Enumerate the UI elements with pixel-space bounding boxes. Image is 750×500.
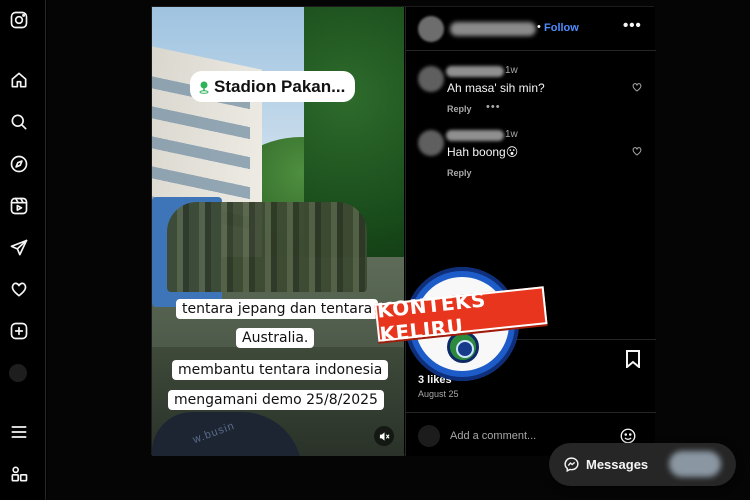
notifications-heart-icon[interactable] [8,278,30,300]
post-sidebar: • Follow ••• 1w Ah masa' sih min? Reply … [405,7,656,456]
comment-text: Ah masa' sih min? [447,81,545,95]
messages-button[interactable]: Messages [549,443,736,486]
comment-age: 1w [505,65,518,76]
menu-icon[interactable] [8,421,30,443]
commenter-name-blurred[interactable] [446,66,504,77]
post-modal: w.busin Stadion Pakan... tentara jepang … [151,6,656,456]
commenter-avatar[interactable] [418,66,444,92]
separator-dot: • [537,21,541,33]
location-pin-icon [199,81,209,94]
caption-line: mengamani demo 25/8/2025 [168,390,384,410]
comment-item: 1w Ah masa' sih min? Reply ••• [406,64,656,124]
author-avatar[interactable] [418,16,444,42]
video-soldiers [167,202,367,292]
caption-line: membantu tentara indonesia [172,360,389,380]
current-user-avatar [418,425,440,447]
instagram-icon[interactable] [8,9,30,31]
commenter-name-blurred[interactable] [446,130,504,141]
like-comment-icon[interactable] [631,80,643,92]
caption-line: tentara jepang dan tentara [176,299,379,319]
comment-age: 1w [505,129,518,140]
location-sticker: Stadion Pakan... [190,71,356,102]
post-date: August 25 [418,389,459,399]
like-comment-icon[interactable] [631,144,643,156]
mute-button[interactable] [374,426,394,446]
search-icon[interactable] [8,111,30,133]
follow-button[interactable]: Follow [544,22,579,34]
home-icon[interactable] [8,69,30,91]
author-username-blurred[interactable] [450,22,536,36]
post-header: • Follow ••• [406,7,656,51]
save-bookmark-icon[interactable] [625,350,641,370]
reply-button[interactable]: Reply [447,168,472,178]
commenter-avatar[interactable] [418,130,444,156]
comment-item: 1w Hah boong😮 Reply [406,128,656,188]
speaker-muted-icon [379,431,390,441]
message-avatars-blurred [669,451,721,477]
caption-line: Australia. [236,328,315,348]
profile-avatar[interactable] [9,364,27,382]
messages-label: Messages [586,457,649,472]
messages-icon[interactable] [8,237,30,259]
nav-rail [0,0,46,500]
explore-icon[interactable] [8,153,30,175]
comment-options-icon[interactable]: ••• [486,101,501,113]
more-options-icon[interactable]: ••• [623,17,642,34]
reply-button[interactable]: Reply [447,104,472,114]
more-apps-icon[interactable] [8,463,30,485]
create-icon[interactable] [8,320,30,342]
location-label: Stadion Pakan... [214,76,346,96]
reels-icon[interactable] [8,195,30,217]
messenger-icon [563,456,580,473]
comment-text: Hah boong😮 [447,145,519,159]
post-video[interactable]: w.busin Stadion Pakan... tentara jepang … [152,7,404,456]
